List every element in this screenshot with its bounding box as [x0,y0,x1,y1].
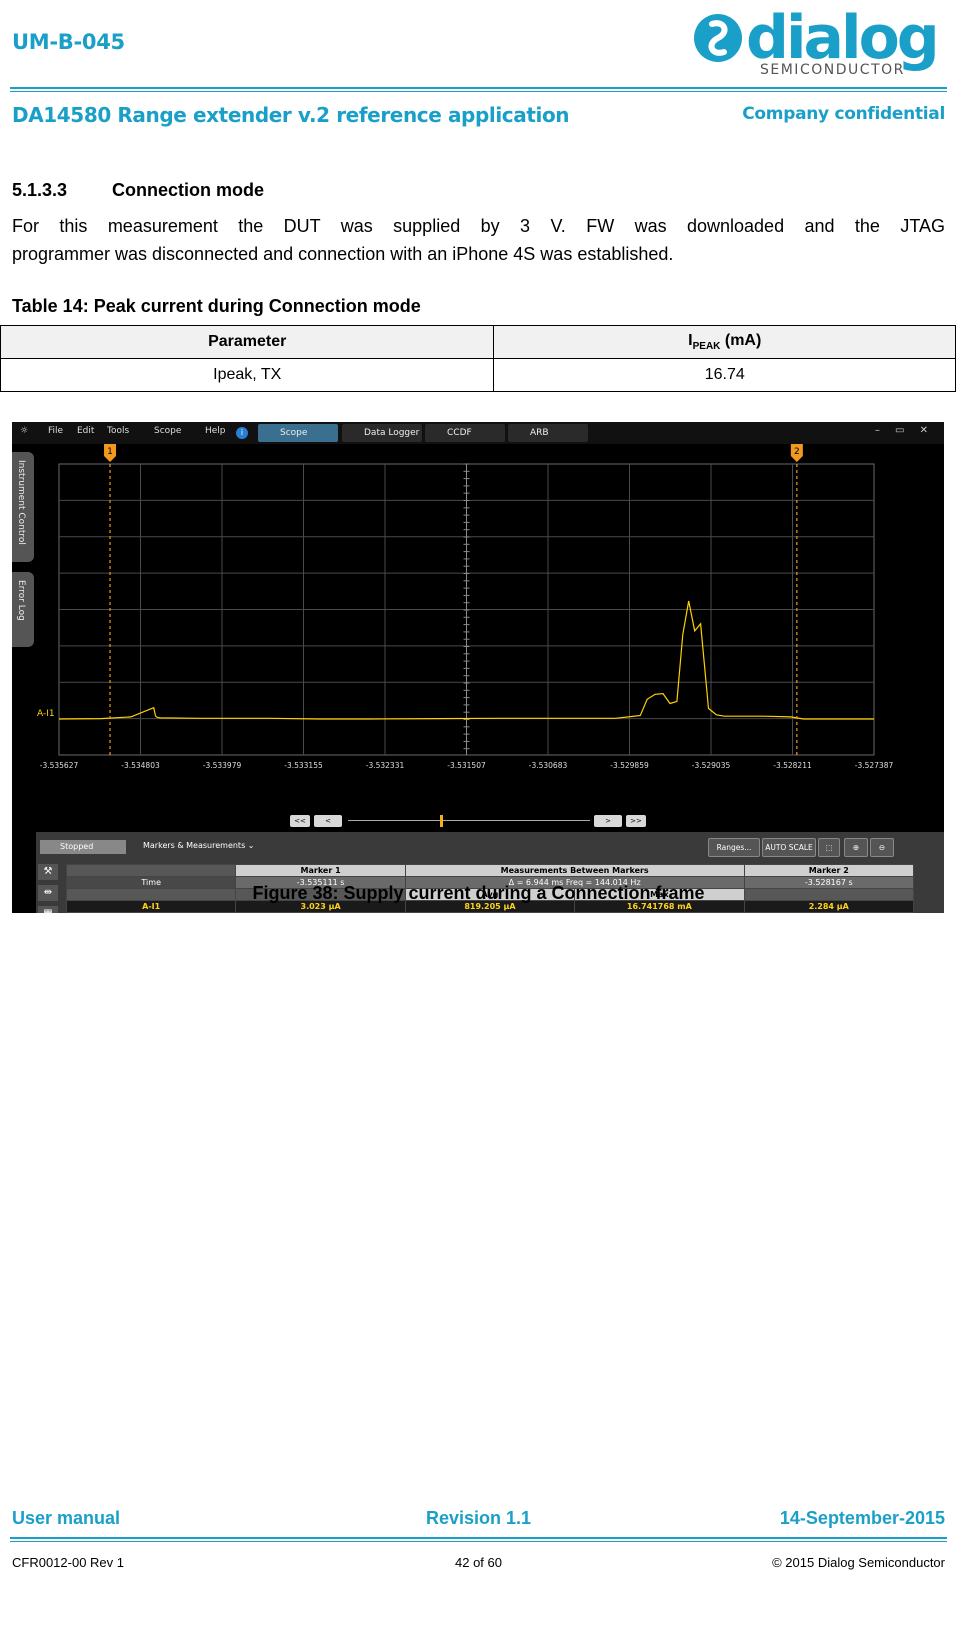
x-tick-label: -3.531507 [447,761,486,770]
markers-measurements-text: Markers & Measurements [143,841,246,850]
timeline-track[interactable] [348,820,590,821]
current-waveform-plot: 1 2 A-I1 -3.535627 -3.534803 -3.533979 -3.5331… [37,444,894,770]
section-title: Connection mode [112,180,264,200]
nav-prev-button[interactable]: < [314,815,342,827]
footer-date: 14-September-2015 [779,1508,945,1528]
marker-label: 2 [794,447,800,457]
confidentiality-label: Company confidential [742,104,945,124]
navigation-bar: << < > >> [36,812,944,830]
ipeak-subscript: PEAK [692,341,721,353]
x-tick-label: -3.532331 [366,761,405,770]
x-tick-label: -3.528211 [773,761,812,770]
footer-rule-thin [10,1541,947,1542]
header-marker1: Marker 1 [235,864,406,877]
header-rule-thin [10,91,947,92]
table-header-ipeak: IPEAK (mA) [493,325,956,359]
marker-label: 1 [107,447,113,457]
header-rule [10,87,947,89]
nav-next-button[interactable]: > [594,815,622,827]
tab-data-logger[interactable]: Data Logger [342,424,422,442]
chevron-down-icon[interactable]: ⌄ [248,841,255,850]
dialog-logo: dialog SEMICONDUCTOR [694,3,940,78]
table-cell-parameter: Ipeak, TX [0,358,495,392]
settings-icon[interactable]: ☼ [20,426,28,436]
header-between-markers: Measurements Between Markers [404,864,745,877]
wrench-icon[interactable]: ⚒ [38,864,58,880]
table-cell-value: 16.74 [493,358,956,392]
nav-first-button[interactable]: << [290,815,310,827]
footer-rule [10,1537,947,1539]
tab-ccdf[interactable]: CCDF [425,424,505,442]
ranges-button[interactable]: Ranges... [708,838,760,857]
tab-arb[interactable]: ARB [508,424,588,442]
channel-label: A-I1 [37,709,55,719]
table-row: Marker 1 Measurements Between Markers Ma… [65,864,915,877]
figure-caption: Figure 38: Supply current during a Conne… [252,883,705,903]
scope-screenshot: ☼ File Edit Tools Scope Help i Scope Dat… [12,422,944,913]
tab-scope[interactable]: Scope [258,424,338,442]
x-tick-label: -3.533155 [284,761,323,770]
grid-icon[interactable]: ▦ [38,906,58,913]
auto-scale-button[interactable]: AUTO SCALE [762,838,816,857]
table-row: Ipeak, TX 16.74 [0,358,956,392]
x-tick-label: -3.527387 [855,761,894,770]
table-caption: Table 14: Peak current during Connection… [12,296,421,316]
x-tick-label: -3.533979 [203,761,242,770]
x-tick-label: -3.529859 [610,761,649,770]
logo-subtitle: SEMICONDUCTOR [760,62,905,78]
section-paragraph: For this measurement the DUT was supplie… [12,212,945,268]
nav-last-button[interactable]: >> [626,815,646,827]
x-tick-label: -3.530683 [529,761,568,770]
document-code: UM-B-045 [12,30,125,54]
menu-help[interactable]: Help [205,426,226,436]
zoom-in-icon[interactable]: ⊕ [844,838,868,857]
zoom-box-icon[interactable]: ⬚ [818,838,840,857]
paragraph-line: programmer was disconnected and connecti… [12,244,674,264]
table-header-parameter: Parameter [0,325,495,359]
menu-tools[interactable]: Tools [107,426,129,436]
timeline-handle[interactable] [440,815,443,827]
x-tick-label: -3.534803 [121,761,160,770]
peak-current-table: Parameter IPEAK (mA) Ipeak, TX 16.74 [0,325,956,392]
markers-measurements-label[interactable]: Markers & Measurements ⌄ [143,841,254,850]
scope-menubar: ☼ File Edit Tools Scope Help i Scope Dat… [12,422,944,444]
x-tick-label: -3.535627 [40,761,79,770]
header-marker2: Marker 2 [743,864,915,877]
menu-scope[interactable]: Scope [154,426,181,436]
menu-edit[interactable]: Edit [77,426,94,436]
window-controls[interactable]: – ▭ ✕ [875,425,934,436]
paragraph-line: For this measurement the DUT was supplie… [12,216,945,236]
table-cell-empty [65,864,237,877]
ipeak-unit: (mA) [720,331,762,349]
menu-file[interactable]: File [48,426,63,436]
status-stopped[interactable]: Stopped [40,840,126,854]
document-title: DA14580 Range extender v.2 reference app… [12,103,570,127]
section-number: 5.1.3.3 [12,180,68,200]
zoom-out-icon[interactable]: ⊖ [870,838,894,857]
x-tick-label: -3.529035 [692,761,731,770]
info-icon[interactable]: i [236,427,248,439]
table-header-row: Parameter IPEAK (mA) [0,325,956,359]
footer-copyright: © 2015 Dialog Semiconductor [772,1555,945,1570]
